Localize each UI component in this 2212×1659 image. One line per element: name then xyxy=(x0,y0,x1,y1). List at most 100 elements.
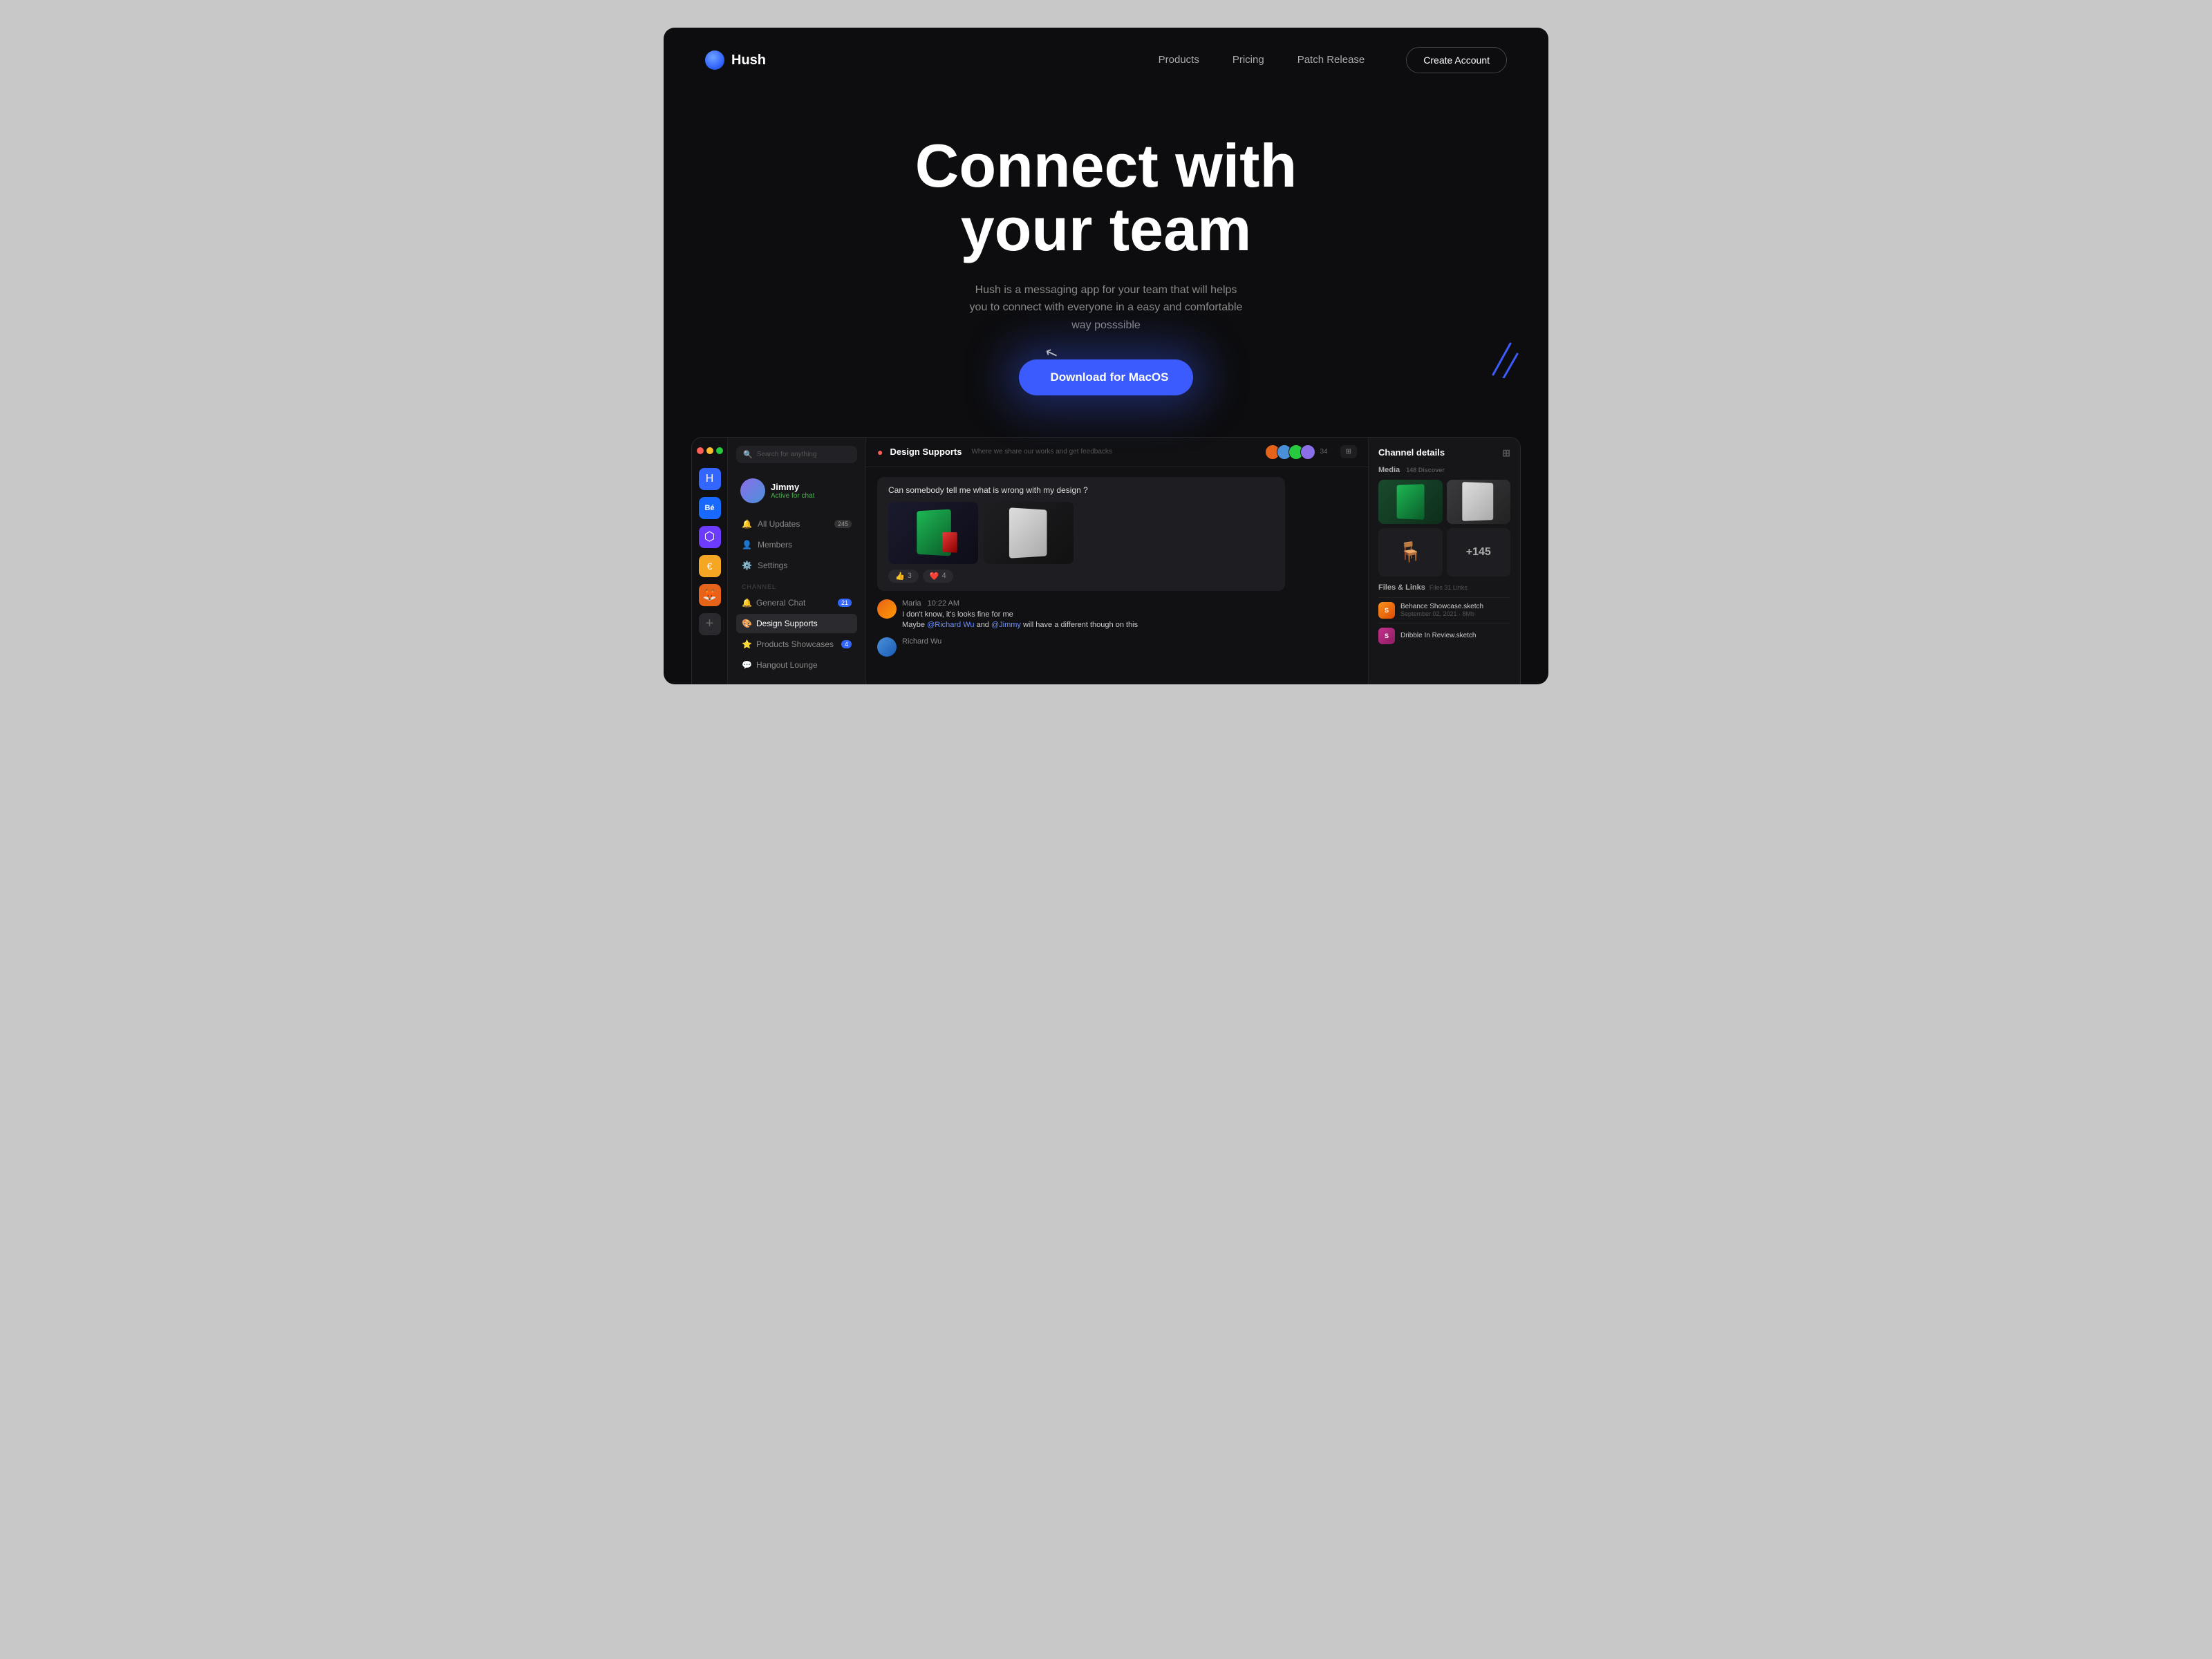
deco-lines xyxy=(1479,337,1521,382)
user-row: Jimmy Active for chat xyxy=(736,473,857,509)
traffic-lights xyxy=(697,447,723,454)
traffic-light-red[interactable] xyxy=(697,447,704,454)
file-name-behance: Behance Showcase.sketch xyxy=(1400,603,1483,610)
main-chat: ● Design Supports Where we share our wor… xyxy=(866,438,1368,684)
sketch-icon-2: S xyxy=(1378,628,1395,644)
reaction-emoji-2: ❤️ xyxy=(930,572,939,581)
products-badge: 4 xyxy=(841,640,852,648)
hero-title: Connect with your team xyxy=(677,134,1535,262)
channel-section-label: CHANNEL xyxy=(736,577,857,593)
user-info: Jimmy Active for chat xyxy=(771,482,814,500)
media-thumb-2 xyxy=(1447,480,1511,524)
sidebar-app-hush[interactable]: H xyxy=(699,468,721,490)
msg-sender-richard: Richard Wu xyxy=(902,637,941,646)
file-name-dribbble: Dribble In Review.sketch xyxy=(1400,632,1477,639)
menu-item-settings[interactable]: ⚙️ Settings xyxy=(736,556,857,575)
members-icon: 👤 xyxy=(742,540,752,550)
updates-badge: 245 xyxy=(834,520,852,528)
message-maria: Maria 10:22 AM I don't know, it's looks … xyxy=(877,599,1357,631)
channel-general-chat[interactable]: 🔔 General Chat 21 xyxy=(736,593,857,612)
settings-button[interactable]: ⊞ xyxy=(1340,445,1357,458)
files-section: Files & Links Files 31 Links S Behance S… xyxy=(1378,583,1510,648)
updates-icon: 🔔 xyxy=(742,519,752,529)
media-plus-count[interactable]: +145 xyxy=(1447,528,1511,577)
main-message-bubble: Can somebody tell me what is wrong with … xyxy=(877,477,1285,591)
media-thumb-large: 🪑 xyxy=(1378,528,1443,577)
media-grid: 🪑 +145 xyxy=(1378,480,1510,577)
chair-icon: 🪑 xyxy=(1398,541,1423,563)
file-info-behance: Behance Showcase.sketch September 02, 20… xyxy=(1400,603,1483,617)
sidebar-app-notion[interactable]: ⬡ xyxy=(699,526,721,548)
right-panel: Channel details ⊞ Media 148 Discover xyxy=(1368,438,1520,684)
close-panel-button[interactable]: ⊞ xyxy=(1502,447,1510,459)
nav-patch-release[interactable]: Patch Release xyxy=(1297,54,1365,66)
user-avatar xyxy=(740,478,765,503)
channel-dot-icon: ● xyxy=(877,447,883,458)
reaction-heart[interactable]: ❤️ 4 xyxy=(923,570,953,583)
files-title: Files & Links xyxy=(1378,583,1425,592)
design-image-1 xyxy=(888,502,978,564)
download-button[interactable]: Download for MacOS xyxy=(1019,359,1194,395)
channel-hangout[interactable]: 💬 Hangout Lounge xyxy=(736,655,857,675)
traffic-light-yellow[interactable] xyxy=(706,447,713,454)
channel-icon: 🔔 xyxy=(742,598,752,608)
msg-sender-maria: Maria 10:22 AM xyxy=(902,599,1138,608)
channel-design-supports[interactable]: 🎨 Design Supports xyxy=(736,614,857,633)
sidebar-app-yellow[interactable]: € xyxy=(699,555,721,577)
media-count: 148 Discover xyxy=(1406,467,1445,474)
general-chat-badge: 21 xyxy=(838,599,852,607)
reaction-thumbs[interactable]: 👍 3 xyxy=(888,570,919,583)
channel-products-showcases[interactable]: ⭐ Products Showcases 4 xyxy=(736,635,857,654)
message-richard: Richard Wu xyxy=(877,637,1357,657)
msg-text-maria-2: Maybe @Richard Wu and @Jimmy will have a… xyxy=(902,620,1138,630)
file-item-behance[interactable]: S Behance Showcase.sketch September 02, … xyxy=(1378,597,1510,623)
channel-icon-active: 🎨 xyxy=(742,619,752,628)
files-header: Files & Links Files 31 Links xyxy=(1378,583,1510,592)
chat-avatars: 34 xyxy=(1268,444,1327,460)
sidebar-app-firefox[interactable]: 🦊 xyxy=(699,584,721,606)
hero-section: Connect with your team Hush is a messagi… xyxy=(664,93,1548,423)
chat-body: Can somebody tell me what is wrong with … xyxy=(866,467,1368,684)
right-panel-title: Channel details ⊞ xyxy=(1378,447,1510,458)
page-wrapper: Hush Products Pricing Patch Release Crea… xyxy=(664,28,1548,684)
user-status: Active for chat xyxy=(771,492,814,500)
left-panel: 🔍 Search for anything Jimmy Active for c… xyxy=(728,438,866,684)
files-count: Files 31 Links xyxy=(1430,584,1468,591)
msg-text-maria-1: I don't know, it's looks fine for me xyxy=(902,610,1138,620)
member-avatar-4 xyxy=(1300,444,1315,460)
nav-pricing[interactable]: Pricing xyxy=(1232,54,1264,66)
reaction-row: 👍 3 ❤️ 4 xyxy=(888,570,1274,583)
navigation: Hush Products Pricing Patch Release Crea… xyxy=(664,28,1548,93)
sidebar-app-behance[interactable]: Bé xyxy=(699,497,721,519)
media-section: Media 148 Discover 🪑 +145 xyxy=(1378,466,1510,577)
nav-products[interactable]: Products xyxy=(1159,54,1199,66)
file-meta-behance: September 02, 2021 · 8Mb xyxy=(1400,610,1483,617)
avatar-richard xyxy=(877,637,897,657)
search-bar[interactable]: 🔍 Search for anything xyxy=(736,446,857,463)
logo-area: Hush xyxy=(705,50,766,70)
create-account-button[interactable]: Create Account xyxy=(1406,47,1507,73)
file-info-dribbble: Dribble In Review.sketch xyxy=(1400,632,1477,639)
member-count: 34 xyxy=(1320,448,1327,456)
media-section-title: Media 148 Discover xyxy=(1378,466,1510,474)
main-message-text: Can somebody tell me what is wrong with … xyxy=(888,485,1088,495)
sketch-icon-1: S xyxy=(1378,602,1395,619)
hero-subtitle: Hush is a messaging app for your team th… xyxy=(968,281,1244,335)
reaction-emoji-1: 👍 xyxy=(895,572,905,581)
design-image-2 xyxy=(984,502,1074,564)
file-item-dribbble[interactable]: S Dribble In Review.sketch xyxy=(1378,623,1510,648)
logo-icon xyxy=(705,50,724,70)
channel-icon-products: ⭐ xyxy=(742,639,752,649)
menu-item-members[interactable]: 👤 Members xyxy=(736,535,857,554)
traffic-light-green[interactable] xyxy=(716,447,723,454)
sidebar-icons: H Bé ⬡ € 🦊 + xyxy=(692,438,728,684)
sidebar-add-button[interactable]: + xyxy=(699,613,721,635)
download-btn-wrapper: ↖ Download for MacOS xyxy=(1019,359,1194,395)
search-placeholder: Search for anything xyxy=(757,451,817,458)
menu-item-updates[interactable]: 🔔 All Updates 245 xyxy=(736,514,857,534)
app-mockup: H Bé ⬡ € 🦊 + 🔍 Search for anything Jimmy… xyxy=(691,437,1521,684)
avatar-maria xyxy=(877,599,897,619)
chat-header: ● Design Supports Where we share our wor… xyxy=(866,438,1368,467)
channel-icon-hangout: 💬 xyxy=(742,660,752,670)
media-thumb-1 xyxy=(1378,480,1443,524)
